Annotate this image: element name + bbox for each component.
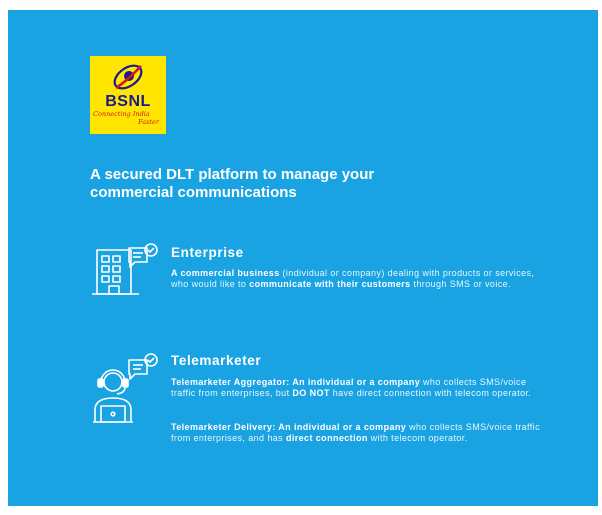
enterprise-description: A commercial business (individual or com…: [171, 268, 541, 289]
office-building-icon: [92, 243, 158, 295]
brand-tagline-line1: Connecting India: [93, 110, 150, 118]
headline-line1: A secured DLT platform to manage your: [90, 166, 375, 183]
telemarketer-aggregator-description: Telemarketer Aggregator: An individual o…: [171, 377, 541, 398]
aggregator-bold2: DO NOT: [292, 387, 330, 398]
telemarketer-title: Telemarketer: [171, 353, 262, 368]
brand-tagline-line2: Faster: [138, 118, 159, 126]
satellite-swoosh-icon: [113, 64, 143, 90]
delivery-bold1: Telemarketer Delivery: An individual or …: [171, 422, 407, 432]
enterprise-desc-bold1: A commercial business: [171, 268, 280, 278]
aggregator-text2: have direct connection with telecom oper…: [329, 387, 532, 398]
bsnl-logo: BSNL Connecting India Faster: [90, 56, 166, 134]
delivery-text2: with telecom operator.: [367, 432, 468, 443]
delivery-bold2: direct connection: [285, 432, 368, 443]
headline-line2: commercial communications: [90, 184, 297, 201]
brand-name: BSNL: [105, 93, 151, 110]
headset-agent-icon: [93, 353, 158, 423]
page-headline: A secured DLT platform to manage your co…: [90, 166, 410, 202]
brand-tagline: Connecting India Faster: [93, 110, 163, 126]
aggregator-bold1: Telemarketer Aggregator: An individual o…: [171, 377, 421, 387]
enterprise-title: Enterprise: [171, 245, 244, 260]
enterprise-desc-text2: through SMS or voice.: [410, 278, 511, 289]
enterprise-desc-bold2: communicate with their customers: [249, 278, 411, 289]
landing-panel: BSNL Connecting India Faster A secured D…: [8, 10, 598, 506]
telemarketer-delivery-description: Telemarketer Delivery: An individual or …: [171, 422, 541, 443]
